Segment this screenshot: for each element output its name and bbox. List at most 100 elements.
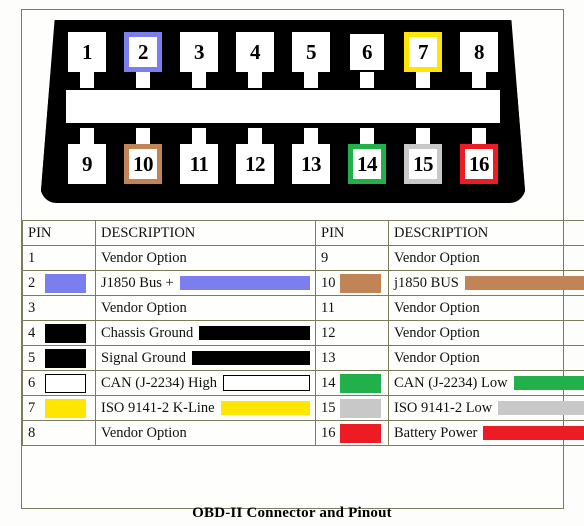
desc-cell-10: j1850 BUS [394, 272, 584, 294]
pin-6-box: 6 [348, 32, 386, 72]
pin-10-tab [136, 128, 150, 144]
desc-cell-12: Vendor Option [394, 322, 584, 344]
cell-pin-4: 4 [22, 320, 96, 346]
wire-color-bar-4 [199, 326, 310, 340]
wire-color-bar-14 [513, 376, 584, 390]
cell-desc-5: Signal Ground [95, 345, 316, 371]
pin-1-tab [80, 72, 94, 88]
cell-pin-13: 13 [315, 345, 389, 371]
pin-3-box: 3 [180, 32, 218, 72]
pin-cell-10: 10 [321, 272, 383, 294]
desc-cell-13: Vendor Option [394, 347, 584, 369]
table-row: 1 Vendor Option 9 Vendor Option [22, 245, 584, 271]
table-header-row: PIN DESCRIPTION PIN DESCRIPTION [22, 220, 584, 246]
table-row: 8 Vendor Option 16 Battery Power [22, 420, 584, 446]
cell-desc-11: Vendor Option [388, 295, 584, 321]
pin-number-7: 7 [28, 399, 36, 416]
wire-color-bar-10 [464, 276, 584, 290]
desc-text-6: CAN (J-2234) High [101, 374, 217, 391]
pin-cell-12: 12 [321, 322, 383, 344]
pin-15-number: 15 [412, 151, 434, 176]
pin-16-box: 16 [460, 144, 498, 184]
table-row: 4 Chassis Ground 12 Vendor Option [22, 320, 584, 346]
connector-pin-14: 14 [346, 128, 388, 184]
cell-pin-11: 11 [315, 295, 389, 321]
pin-7-box: 7 [404, 32, 442, 72]
pin-number-9: 9 [321, 249, 329, 266]
pin-16-number: 16 [468, 151, 490, 176]
wire-color-bar-7 [220, 401, 310, 415]
pin-8-number: 8 [473, 39, 485, 64]
pin-14-inner: 14 [353, 149, 381, 179]
pin-10-number: 10 [132, 151, 154, 176]
pin-14-tab [360, 128, 374, 144]
pin-9-box: 9 [68, 144, 106, 184]
connector-illustration: 12345678 9 10 11 12 13 14 15 16 [22, 10, 563, 215]
table-row: 6 CAN (J-2234) High 14 CAN (J-2234) Low [22, 370, 584, 396]
connector-pin-row-top: 1 2 3 4 5 6 7 8 [66, 32, 500, 104]
connector-pin-5: 5 [290, 32, 332, 88]
desc-text-15: ISO 9141-2 Low [394, 399, 493, 416]
pin-4-tab [248, 72, 262, 88]
table-row: 7 ISO 9141-2 K-Line 15 ISO 9141-2 Low [22, 395, 584, 421]
header-pin-left: PIN [22, 220, 96, 246]
cell-desc-4: Chassis Ground [95, 320, 316, 346]
pin-13-inner: 13 [292, 144, 330, 184]
pin-number-1: 1 [28, 249, 36, 266]
pin-cell-13: 13 [321, 347, 383, 369]
header-pin-right: PIN [315, 220, 389, 246]
wire-color-bar-2 [179, 276, 310, 290]
connector-pin-9: 9 [66, 128, 108, 184]
table-row: 3 Vendor Option 11 Vendor Option [22, 295, 584, 321]
desc-cell-5: Signal Ground [101, 347, 310, 369]
pin-5-inner: 5 [292, 32, 330, 72]
cell-pin-14: 14 [315, 370, 389, 396]
connector-pin-4: 4 [234, 32, 276, 88]
desc-text-8: Vendor Option [101, 424, 187, 441]
desc-text-14: CAN (J-2234) Low [394, 374, 508, 391]
cell-desc-2: J1850 Bus + [95, 270, 316, 296]
cell-pin-15: 15 [315, 395, 389, 421]
pin-16-tab [472, 128, 486, 144]
pin-number-10: 10 [321, 274, 336, 291]
cell-pin-5: 5 [22, 345, 96, 371]
pin-13-number: 13 [300, 151, 322, 176]
table-row: 2 J1850 Bus + 10 j1850 BUS [22, 270, 584, 296]
cell-pin-6: 6 [22, 370, 96, 396]
pin-1-number: 1 [81, 39, 93, 64]
pinout-table-body: 1 Vendor Option 9 Vendor Option 2 J1850 Bus +… [22, 245, 584, 446]
pin-15-tab [416, 128, 430, 144]
pin-10-box: 10 [124, 144, 162, 184]
cell-pin-8: 8 [22, 420, 96, 446]
pin-1-inner: 1 [68, 32, 106, 72]
connector-pin-row-bottom: 9 10 11 12 13 14 15 16 [66, 110, 500, 184]
pinout-table: PIN DESCRIPTION PIN DESCRIPTION 1 Vendor … [22, 220, 584, 446]
pin-number-13: 13 [321, 349, 336, 366]
figure-caption: OBD-II Connector and Pinout [192, 505, 392, 521]
cell-desc-6: CAN (J-2234) High [95, 370, 316, 396]
desc-text-16: Battery Power [394, 424, 478, 441]
pin-14-number: 14 [356, 151, 378, 176]
pin-number-16: 16 [321, 424, 336, 441]
pin-5-number: 5 [305, 39, 317, 64]
desc-text-11: Vendor Option [394, 299, 480, 316]
table-row: 5 Signal Ground 13 Vendor Option [22, 345, 584, 371]
desc-cell-11: Vendor Option [394, 297, 584, 319]
pin-8-inner: 8 [460, 32, 498, 72]
pinout-table-head: PIN DESCRIPTION PIN DESCRIPTION [22, 220, 584, 246]
wire-color-swatch-5 [45, 348, 86, 368]
pin-4-box: 4 [236, 32, 274, 72]
desc-text-7: ISO 9141-2 K-Line [101, 399, 215, 416]
connector-pin-8: 8 [458, 32, 500, 88]
pin-15-inner: 15 [409, 149, 437, 179]
pin-7-inner: 7 [409, 37, 437, 67]
pin-15-box: 15 [404, 144, 442, 184]
pin-cell-9: 9 [321, 247, 383, 269]
header-desc-left: DESCRIPTION [95, 220, 316, 246]
desc-text-2: J1850 Bus + [101, 274, 174, 291]
pin-3-inner: 3 [180, 32, 218, 72]
cell-desc-1: Vendor Option [95, 245, 316, 271]
connector-pin-6: 6 [346, 32, 388, 88]
pin-10-inner: 10 [129, 149, 157, 179]
pin-7-tab [416, 72, 430, 88]
